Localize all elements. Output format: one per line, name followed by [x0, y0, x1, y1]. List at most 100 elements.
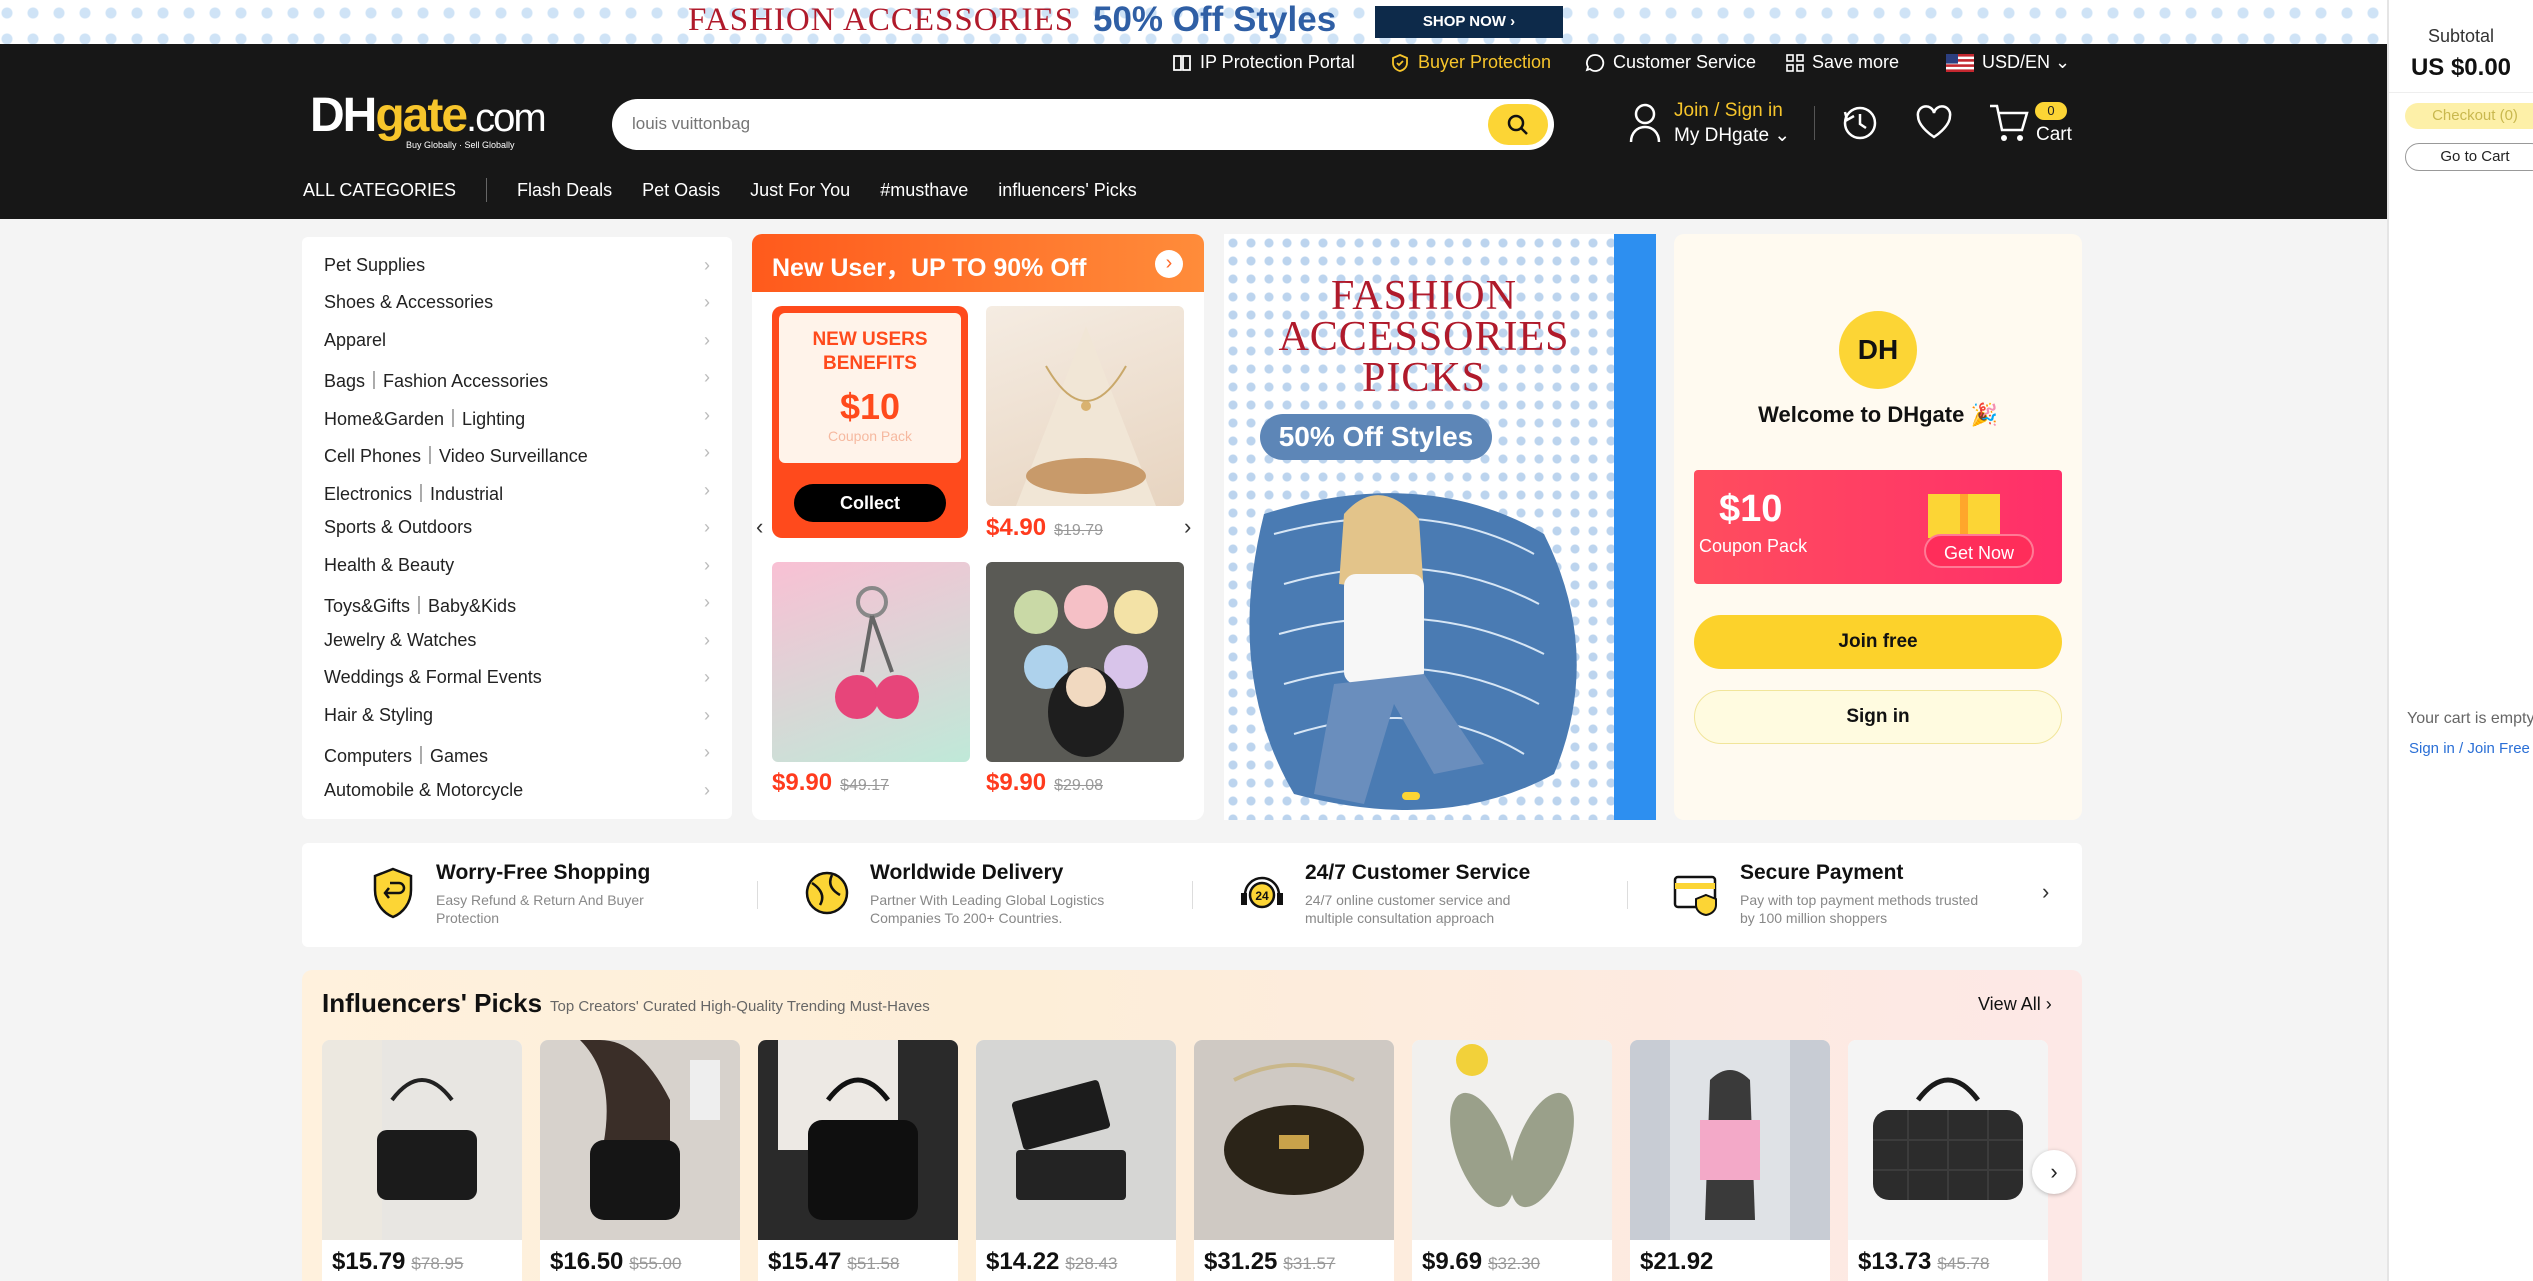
product-image-cherry-keychain[interactable] — [772, 562, 970, 762]
cart-signin-link[interactable]: Sign in / Join Free — [2409, 740, 2530, 757]
price-original: $49.17 — [840, 777, 889, 794]
category-label: Electronics｜Industrial — [324, 484, 504, 504]
category-item[interactable]: Shoes & Accessories › — [324, 292, 710, 313]
influencer-product-card[interactable]: $15.47 $51.58 — [758, 1040, 958, 1281]
category-item[interactable]: Automobile & Motorcycle › — [324, 780, 710, 801]
category-list: Pet Supplies › Shoes & Accessories › Appar… — [302, 237, 732, 819]
category-item[interactable]: Weddings & Formal Events › — [324, 667, 710, 688]
cart-label[interactable]: Cart — [2036, 124, 2072, 146]
arrow-right-icon[interactable]: › — [1155, 250, 1183, 278]
customer-service-link[interactable]: Customer Service — [1585, 52, 1756, 73]
feature-desc: 24/7 online customer service and multipl… — [1305, 892, 1511, 926]
influencer-product-card[interactable]: $9.69 $32.30 — [1412, 1040, 1612, 1281]
product-image-plush-toys[interactable] — [986, 562, 1184, 762]
chevron-right-icon: › — [704, 780, 710, 800]
price-current: $21.92 — [1640, 1248, 1714, 1275]
price-current: $13.73 — [1858, 1248, 1932, 1275]
ip-protection-link[interactable]: IP Protection Portal — [1172, 52, 1355, 73]
product-image-necklace[interactable] — [986, 306, 1184, 506]
influencers-picks-section: Influencers' Picks Top Creators' Curated… — [302, 970, 2082, 1281]
product-price: $15.47 $51.58 — [768, 1248, 899, 1276]
category-item[interactable]: Health & Beauty › — [324, 555, 710, 576]
user-icon — [1629, 103, 1661, 143]
view-all-link[interactable]: View All › — [1978, 994, 2052, 1015]
nav-just-for-you[interactable]: Just For You — [750, 180, 850, 201]
new-user-header[interactable]: New User，UP TO 90% Off › — [752, 234, 1204, 292]
subtotal-label: Subtotal — [2427, 26, 2495, 46]
collect-button[interactable]: Collect — [794, 484, 946, 522]
category-item[interactable]: Computers｜Games › — [324, 742, 710, 768]
shop-now-button[interactable]: SHOP NOW › — [1375, 6, 1563, 38]
product-image — [322, 1040, 522, 1240]
influencer-product-card[interactable]: $13.73 $45.78 — [1848, 1040, 2048, 1281]
join-signin-link[interactable]: Join / Sign in — [1674, 100, 1783, 122]
chevron-right-icon: › — [704, 405, 710, 425]
influencer-product-card[interactable]: $31.25 $31.57 — [1194, 1040, 1394, 1281]
category-item[interactable]: Apparel › — [324, 330, 710, 351]
all-categories-link[interactable]: ALL CATEGORIES — [303, 180, 456, 201]
category-item[interactable]: Cell Phones｜Video Surveillance › — [324, 442, 710, 468]
search-input[interactable] — [632, 109, 1452, 139]
main-nav: ALL CATEGORIES Flash Deals Pet Oasis Jus… — [303, 178, 1167, 202]
buyer-protection-link[interactable]: Buyer Protection — [1390, 52, 1551, 73]
feature-divider — [1192, 881, 1193, 909]
cart-sidebar: Subtotal US $0.00 Checkout (0) Go to Car… — [2387, 0, 2533, 1281]
product-price: $16.50 $55.00 — [550, 1248, 681, 1276]
category-item[interactable]: Pet Supplies › — [324, 255, 710, 276]
search-button[interactable] — [1488, 104, 1548, 145]
carousel-dot-active[interactable] — [1402, 792, 1420, 800]
product-image — [1194, 1040, 1394, 1240]
svg-text:24: 24 — [1255, 889, 1269, 903]
product-price: $31.25 $31.57 — [1204, 1248, 1335, 1276]
price-original: $29.08 — [1054, 777, 1103, 794]
sign-in-button[interactable]: Sign in — [1694, 690, 2062, 744]
nav-flash-deals[interactable]: Flash Deals — [517, 180, 612, 201]
currency-selector[interactable]: USD/EN ⌄ — [1946, 52, 2070, 73]
save-more-label: Save more — [1812, 52, 1900, 72]
influencers-next-button[interactable]: › — [2032, 1150, 2076, 1194]
promo-banner[interactable]: FASHION ACCESSORIES 50% Off Styles SHOP … — [0, 0, 2387, 44]
fashion-accessories-banner[interactable]: FASHION ACCESSORIES PICKS 50% Off Styles — [1224, 234, 1656, 820]
nav-pet-oasis[interactable]: Pet Oasis — [642, 180, 720, 201]
influencers-title: Influencers' Picks — [322, 988, 543, 1018]
us-flag-icon — [1946, 53, 1974, 72]
history-icon[interactable] — [1840, 102, 1880, 142]
price-current: $31.25 — [1204, 1248, 1278, 1275]
product-price: $21.92 — [1640, 1248, 1719, 1276]
influencer-product-card[interactable]: $15.79 $78.95 — [322, 1040, 522, 1281]
join-free-button[interactable]: Join free — [1694, 615, 2062, 669]
price-original: $28.43 — [1065, 1254, 1118, 1273]
get-now-button[interactable]: Get Now — [1924, 534, 2034, 568]
category-item[interactable]: Bags｜Fashion Accessories › — [324, 367, 710, 393]
cart-empty-text: Your cart is empty — [2407, 710, 2533, 727]
influencer-product-card[interactable]: $21.92 — [1630, 1040, 1830, 1281]
ip-protection-label: IP Protection Portal — [1200, 52, 1355, 72]
category-item[interactable]: Jewelry & Watches › — [324, 630, 710, 651]
category-item[interactable]: Home&Garden｜Lighting › — [324, 405, 710, 431]
go-to-cart-button[interactable]: Go to Cart — [2405, 143, 2533, 171]
my-dhgate-link[interactable]: My DHgate ⌄ — [1674, 124, 1790, 147]
category-item[interactable]: Sports & Outdoors › — [324, 517, 710, 538]
price-original: $51.58 — [847, 1254, 900, 1273]
wishlist-heart-icon[interactable] — [1914, 102, 1954, 142]
category-label: Cell Phones｜Video Surveillance — [324, 446, 588, 466]
nav-musthave[interactable]: #musthave — [880, 180, 968, 201]
carousel-prev-icon[interactable]: ‹ — [756, 514, 763, 540]
category-item[interactable]: Hair & Styling › — [324, 705, 710, 726]
checkout-button[interactable]: Checkout (0) — [2405, 103, 2533, 129]
category-item[interactable]: Toys&Gifts｜Baby&Kids › — [324, 592, 710, 618]
category-item[interactable]: Electronics｜Industrial › — [324, 480, 710, 506]
carousel-next-icon[interactable]: › — [1184, 514, 1191, 540]
card-shield-icon — [1673, 875, 1717, 917]
chevron-right-icon: › — [704, 555, 710, 575]
product-image — [540, 1040, 740, 1240]
influencer-product-card[interactable]: $16.50 $55.00 — [540, 1040, 740, 1281]
price-original: $78.95 — [411, 1254, 464, 1273]
nav-influencers-picks[interactable]: influencers' Picks — [998, 180, 1137, 201]
chevron-right-icon[interactable]: › — [2042, 879, 2049, 905]
save-more-link[interactable]: Save more — [1786, 52, 1899, 73]
next-slide-peek — [1614, 234, 1656, 820]
influencer-product-card[interactable]: $14.22 $28.43 — [976, 1040, 1176, 1281]
dhgate-logo[interactable]: DHgate.com Buy Globally · Sell Globally — [310, 88, 547, 150]
cart-icon[interactable] — [1988, 102, 2030, 144]
